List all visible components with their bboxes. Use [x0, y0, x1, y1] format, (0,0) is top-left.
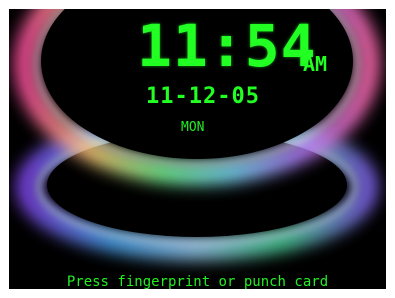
clock-display: 11:54 AM 11-12-05 MON	[9, 9, 386, 134]
date-display: 11-12-05	[146, 84, 260, 109]
am-pm-indicator: AM	[303, 52, 328, 76]
time-clock-screen: 11:54 AM 11-12-05 MON Press fingerprint …	[9, 9, 386, 289]
weekday-display: MON	[181, 120, 205, 135]
time-digits: 11:54	[137, 12, 317, 80]
instruction-prompt: Press fingerprint or punch card	[66, 274, 329, 289]
